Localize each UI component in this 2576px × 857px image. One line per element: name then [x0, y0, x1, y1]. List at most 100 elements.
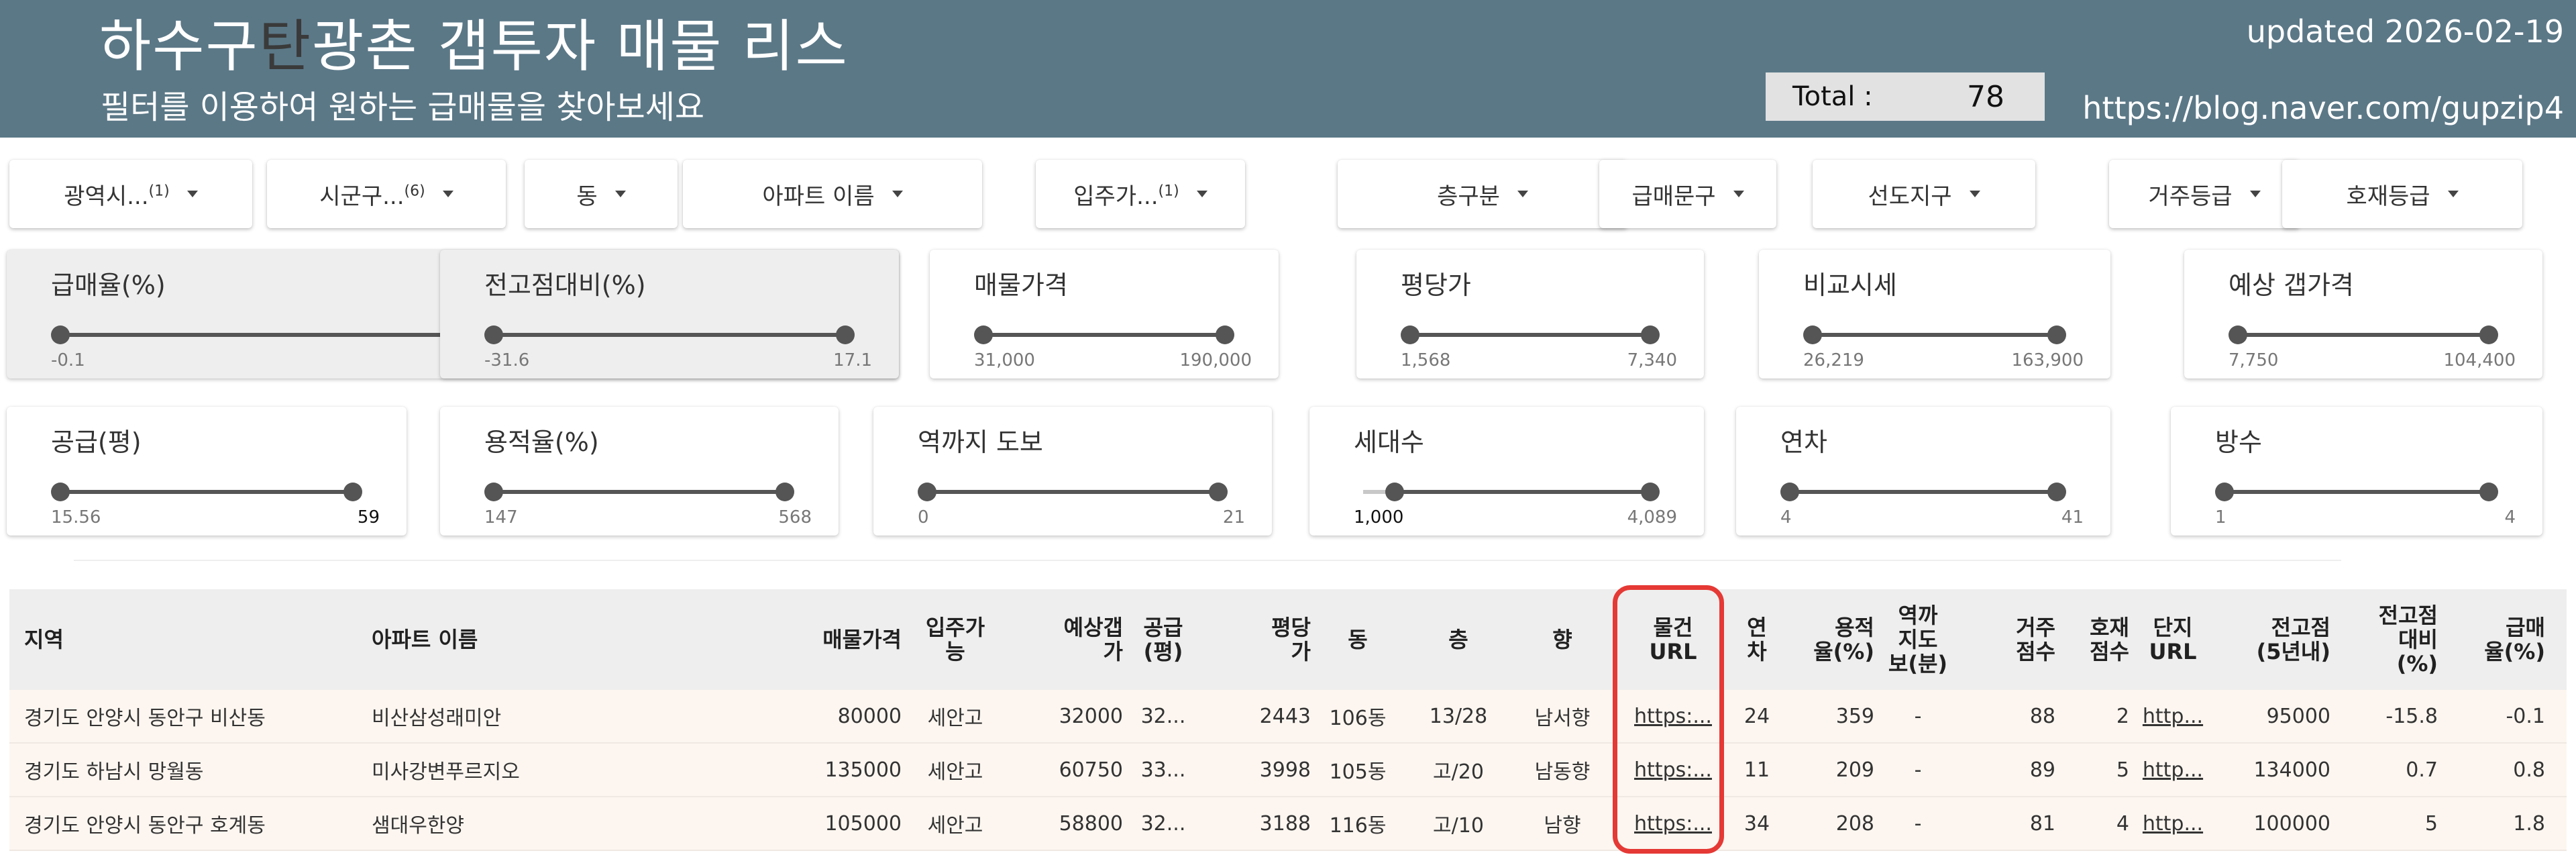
table-cell: 135000: [824, 758, 902, 782]
dropdown-filter[interactable]: 호재등급: [2282, 160, 2522, 228]
slider-min-handle[interactable]: [51, 483, 70, 501]
slider-max-value: 4: [2504, 507, 2516, 527]
slider-max-handle[interactable]: [1641, 325, 1660, 344]
column-header[interactable]: 층: [1405, 589, 1512, 690]
slider-track[interactable]: [1780, 483, 2066, 501]
slider-min-handle[interactable]: [1780, 483, 1799, 501]
column-header[interactable]: 매물가격: [720, 589, 902, 690]
column-header[interactable]: 예상갭 가: [1009, 589, 1123, 690]
chevron-down-icon: [1969, 191, 1980, 197]
column-header[interactable]: 용적 율(%): [1780, 589, 1874, 690]
dropdown-label: 호재등급: [2346, 183, 2430, 210]
blog-url-link[interactable]: https://blog.naver.com/gupzip4: [2082, 90, 2564, 126]
table-cell: 80000: [837, 704, 902, 728]
column-header[interactable]: 거주 점수: [1962, 589, 2055, 690]
column-header[interactable]: 아파트 이름: [372, 589, 720, 690]
page-title: 하수구탄광촌 갭투자 매물 리스: [99, 13, 849, 79]
slider-track[interactable]: [2215, 483, 2498, 501]
range-slider-card: 매물가격 31,000 190,000: [930, 250, 1279, 379]
slider-max-handle[interactable]: [2479, 325, 2498, 344]
dropdown-filter[interactable]: 입주가...(1): [1036, 160, 1245, 228]
column-header[interactable]: 호재 점수: [2055, 589, 2129, 690]
table-cell: 88: [2029, 704, 2055, 728]
column-header[interactable]: 지역: [9, 589, 372, 690]
dropdown-label: 입주가...(1): [1073, 183, 1179, 210]
slider-max-handle[interactable]: [1209, 483, 1228, 501]
slider-track[interactable]: [484, 325, 855, 344]
complex-url-link[interactable]: http...: [2143, 705, 2203, 728]
dropdown-label: 시군구...(6): [319, 183, 425, 210]
complex-url-link[interactable]: http...: [2143, 812, 2203, 836]
dropdown-filter[interactable]: 선도지구: [1813, 160, 2035, 228]
table-cell: http...: [2129, 797, 2216, 850]
slider-min-handle[interactable]: [1803, 325, 1822, 344]
table-cell: 3188: [1259, 811, 1311, 836]
slider-min-handle[interactable]: [484, 325, 503, 344]
slider-label: 비교시세: [1803, 270, 1897, 300]
table-row[interactable]: 경기도 안양시 동안구 비산동 비산삼성래미안 80000 세안고 32000 32...…: [9, 690, 2567, 744]
table-row[interactable]: 경기도 안양시 동안구 호계동 샘대우한양 105000 세안고 58800 32... 3…: [9, 797, 2567, 851]
column-header[interactable]: 향: [1512, 589, 1613, 690]
slider-min-handle[interactable]: [2229, 325, 2247, 344]
complex-url-link[interactable]: http...: [2143, 758, 2203, 782]
column-header[interactable]: 공급 (평): [1123, 589, 1203, 690]
slider-max-handle[interactable]: [2047, 325, 2066, 344]
dropdown-filter[interactable]: 층구분: [1338, 160, 1627, 228]
slider-max-handle[interactable]: [775, 483, 794, 501]
slider-min-handle[interactable]: [484, 483, 503, 501]
range-slider-card: 예상 갭가격 7,750 104,400: [2184, 250, 2542, 379]
slider-track[interactable]: [51, 483, 362, 501]
slider-track[interactable]: [1803, 325, 2066, 344]
range-slider-card: 공급(평) 15.56 59: [7, 407, 407, 536]
column-header[interactable]: 연 차: [1733, 589, 1780, 690]
column-header[interactable]: 급매 율(%): [2438, 589, 2545, 690]
slider-min-handle[interactable]: [974, 325, 993, 344]
table-cell: 남서향: [1534, 707, 1591, 730]
slider-label: 평당가: [1401, 270, 1471, 300]
slider-max-handle[interactable]: [1641, 483, 1660, 501]
slider-min-handle[interactable]: [51, 325, 70, 344]
table-row[interactable]: 경기도 하남시 망월동 미사강변푸르지오 135000 세안고 60750 33... 39…: [9, 744, 2567, 797]
slider-min-value: 147: [484, 507, 518, 527]
column-header[interactable]: 단지 URL: [2129, 589, 2216, 690]
slider-min-handle[interactable]: [2215, 483, 2234, 501]
slider-track[interactable]: [484, 483, 794, 501]
dropdown-filter[interactable]: 시군구...(6): [267, 160, 506, 228]
table-cell: 고/10: [1433, 814, 1484, 838]
dropdown-filter[interactable]: 광역시...(1): [9, 160, 252, 228]
slider-min-handle[interactable]: [1401, 325, 1419, 344]
column-header[interactable]: 평당 가: [1203, 589, 1311, 690]
slider-track[interactable]: [1363, 483, 1660, 501]
slider-min-handle[interactable]: [918, 483, 936, 501]
slider-max-handle[interactable]: [343, 483, 362, 501]
slider-max-handle[interactable]: [1216, 325, 1234, 344]
slider-track[interactable]: [974, 325, 1234, 344]
table-cell: 0.7: [2406, 758, 2438, 782]
column-header[interactable]: 동: [1311, 589, 1405, 690]
slider-max-value: 568: [778, 507, 812, 527]
table-cell: -: [1914, 811, 1922, 836]
dropdown-label: 층구분: [1437, 183, 1500, 210]
slider-track[interactable]: [918, 483, 1228, 501]
dropdown-filter[interactable]: 급매문구: [1599, 160, 1776, 228]
column-header[interactable]: 역까 지도 보(분): [1874, 589, 1962, 690]
column-header[interactable]: 입주가 능: [902, 589, 1009, 690]
dropdown-filter[interactable]: 아파트 이름: [683, 160, 982, 228]
slider-min-value: 26,219: [1803, 350, 1864, 370]
slider-min-handle[interactable]: [1385, 483, 1405, 501]
slider-max-handle[interactable]: [2479, 483, 2498, 501]
dropdown-filter[interactable]: 동: [525, 160, 678, 228]
range-slider-card: 평당가 1,568 7,340: [1356, 250, 1704, 379]
slider-track[interactable]: [1401, 325, 1660, 344]
column-header[interactable]: 전고점 (5년내): [2216, 589, 2330, 690]
slider-max-handle[interactable]: [2047, 483, 2066, 501]
table-cell: 0.8: [2513, 758, 2545, 782]
slider-max-value: 163,900: [2011, 350, 2084, 370]
slider-label: 매물가격: [974, 270, 1068, 300]
dropdown-filter[interactable]: 거주등급: [2109, 160, 2300, 228]
slider-max-value: 41: [2061, 507, 2084, 527]
dropdown-label: 광역시...(1): [64, 183, 170, 210]
slider-max-handle[interactable]: [836, 325, 855, 344]
column-header[interactable]: 전고점 대비 (%): [2330, 589, 2438, 690]
slider-track[interactable]: [2229, 325, 2498, 344]
